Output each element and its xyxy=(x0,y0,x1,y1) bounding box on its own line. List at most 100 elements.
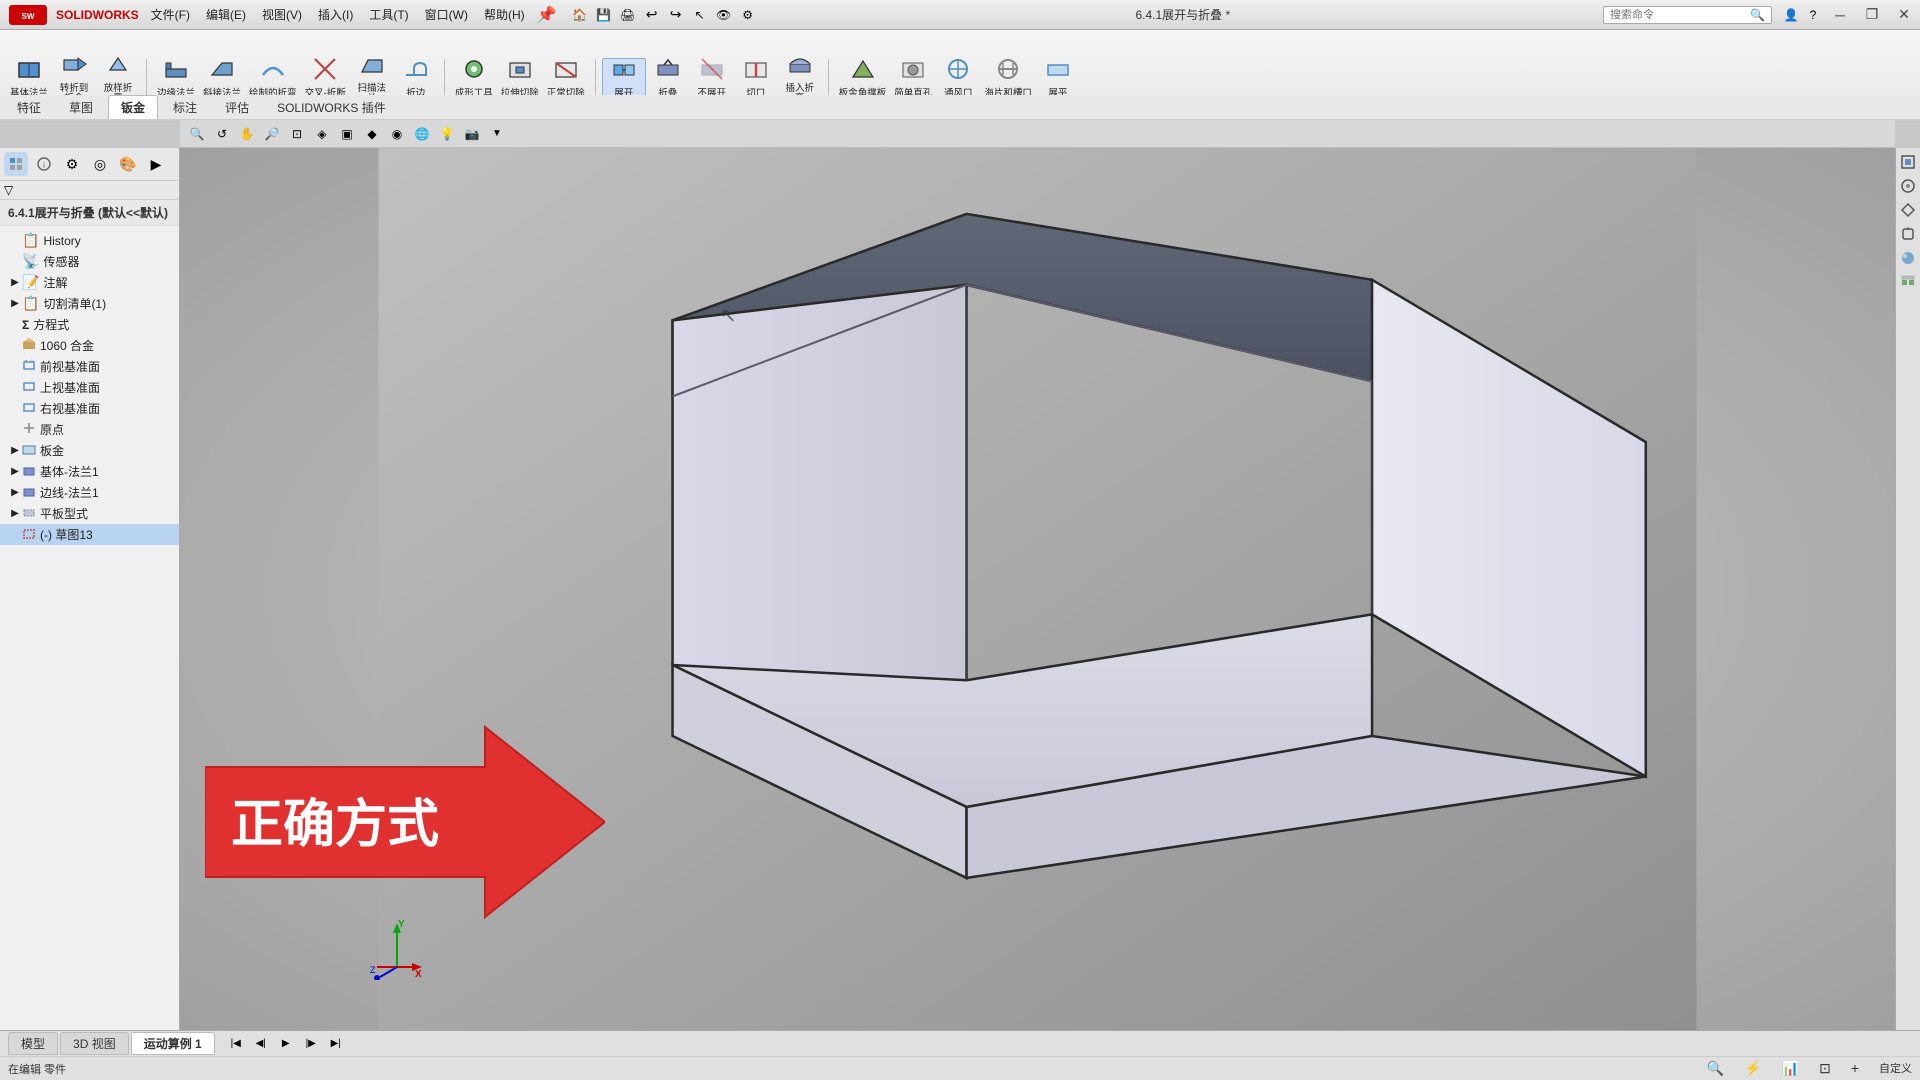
gusset-btn[interactable]: 板金角撑板 xyxy=(835,58,891,96)
tab-evaluate[interactable]: 评估 xyxy=(212,95,262,119)
config-icon[interactable]: ⚙ xyxy=(60,152,84,176)
status-icon-5[interactable]: + xyxy=(1851,1060,1859,1077)
help-btn[interactable]: ? xyxy=(1802,4,1824,26)
tree-item-flatpattern[interactable]: ▶ 平板型式 xyxy=(0,503,179,524)
expand-icon[interactable]: ▶ xyxy=(144,152,168,176)
tree-item-annotations[interactable]: ▶ 📝 注解 xyxy=(0,272,179,293)
tab-feature[interactable]: 特征 xyxy=(4,95,54,119)
sweep-flange-btn[interactable]: 扫描法兰 xyxy=(350,58,394,96)
undo-btn[interactable]: ↩ xyxy=(641,4,663,26)
tree-item-front-plane[interactable]: 前视基准面 xyxy=(0,356,179,377)
right-icon-4[interactable] xyxy=(1898,224,1918,244)
menu-view[interactable]: 视图(V) xyxy=(254,0,310,29)
right-icon-1[interactable] xyxy=(1898,152,1918,172)
menu-tools[interactable]: 工具(T) xyxy=(361,0,416,29)
search-icon[interactable]: 🔍 xyxy=(1750,8,1765,22)
tree-item-material[interactable]: 1060 合金 xyxy=(0,335,179,356)
play-btn[interactable]: ▶ xyxy=(275,1033,297,1055)
menu-edit[interactable]: 编辑(E) xyxy=(198,0,254,29)
view-camera-btn[interactable]: 📷 xyxy=(461,123,483,145)
simple-hole-btn[interactable]: 简单直孔 xyxy=(890,58,936,96)
normal-cut-btn[interactable]: 正常切除 xyxy=(543,58,589,96)
louver-btn[interactable]: 海片和槽口 xyxy=(980,58,1036,96)
unfold-btn[interactable]: 展开 xyxy=(602,58,646,96)
vent-btn[interactable]: 通风口 xyxy=(936,58,980,96)
minimize-btn[interactable]: ─ xyxy=(1824,0,1856,30)
extrude-cut-btn[interactable]: 拉伸切除 xyxy=(497,58,543,96)
print-btn[interactable]: 🖨 xyxy=(617,4,639,26)
redo-btn[interactable]: ↪ xyxy=(665,4,687,26)
base-flange-btn[interactable]: 基体法兰 xyxy=(6,58,52,96)
tree-filter[interactable]: ▽ xyxy=(0,181,179,200)
view-zoom-fit-btn[interactable]: ⊡ xyxy=(286,123,308,145)
play-fwd-btn[interactable]: ▶| xyxy=(325,1033,347,1055)
tab-motion1[interactable]: 运动算例 1 xyxy=(131,1032,215,1055)
status-icon-1[interactable]: 🔍 xyxy=(1707,1060,1724,1077)
status-icon-3[interactable]: 📊 xyxy=(1782,1060,1799,1077)
3d-canvas[interactable]: 正确方式 Y X Z ↖ xyxy=(180,148,1895,1030)
options-btn[interactable]: ⚙ xyxy=(737,4,759,26)
tab-sheetmetal[interactable]: 钣金 xyxy=(108,95,158,119)
step-back-btn[interactable]: ◀| xyxy=(250,1033,272,1055)
close-btn[interactable]: ✕ xyxy=(1888,0,1920,30)
select-btn[interactable]: ↖ xyxy=(689,4,711,26)
panel-splitter[interactable] xyxy=(175,148,179,1030)
tree-item-top-plane[interactable]: 上视基准面 xyxy=(0,377,179,398)
view-realview-btn[interactable]: 💡 xyxy=(436,123,458,145)
fold-btn[interactable]: 折叠 xyxy=(646,58,690,96)
view-rotate-btn[interactable]: ↺ xyxy=(211,123,233,145)
hem-btn[interactable]: 折边 xyxy=(394,58,438,96)
view-display-btn[interactable]: ▣ xyxy=(336,123,358,145)
tree-item-sheetmetal[interactable]: ▶ 板金 xyxy=(0,440,179,461)
tree-item-base-flange1[interactable]: ▶ 基体-法兰1 xyxy=(0,461,179,482)
tree-item-equations[interactable]: Σ 方程式 xyxy=(0,314,179,335)
insert-bend-btn[interactable]: 插入折弯 xyxy=(778,58,822,96)
search-bar[interactable]: 🔍 xyxy=(1603,6,1772,24)
cross-break-btn[interactable]: 交叉-折断 xyxy=(301,58,350,96)
user-btn[interactable]: 👤 xyxy=(1780,4,1802,26)
tab-plugins[interactable]: SOLIDWORKS 插件 xyxy=(264,95,399,119)
flatten-btn[interactable]: 展平 xyxy=(1036,58,1080,96)
view-section-btn[interactable]: ◈ xyxy=(311,123,333,145)
tab-sketch[interactable]: 草图 xyxy=(56,95,106,119)
tree-item-history[interactable]: 📋 History xyxy=(0,230,179,251)
tab-annotation[interactable]: 标注 xyxy=(160,95,210,119)
save-btn[interactable]: 💾 xyxy=(593,4,615,26)
tree-item-sensors[interactable]: 📡 传感器 xyxy=(0,251,179,272)
convert-sheetmetal-btn[interactable]: 转折到板金 xyxy=(52,58,96,96)
sketch-bend-btn[interactable]: 绘制的折弯 xyxy=(245,58,301,96)
tab-model[interactable]: 模型 xyxy=(8,1032,58,1055)
right-icon-2[interactable] xyxy=(1898,176,1918,196)
search-input[interactable] xyxy=(1610,9,1750,21)
restore-btn[interactable]: ❐ xyxy=(1856,0,1888,30)
tree-item-sketch13[interactable]: (-) 草图13 xyxy=(0,524,179,545)
step-fwd-btn[interactable]: |▶ xyxy=(300,1033,322,1055)
menu-window[interactable]: 窗口(W) xyxy=(417,0,476,29)
status-icon-4[interactable]: ⊡ xyxy=(1819,1060,1831,1077)
tree-item-cutlist[interactable]: ▶ 📋 切割清单(1) xyxy=(0,293,179,314)
slit-btn[interactable]: 切口 xyxy=(734,58,778,96)
tree-item-origin[interactable]: 原点 xyxy=(0,419,179,440)
play-back-btn[interactable]: |◀ xyxy=(225,1033,247,1055)
no-unfold-btn[interactable]: 不展开 xyxy=(690,58,734,96)
view-hide-btn[interactable]: ◆ xyxy=(361,123,383,145)
tree-icon[interactable] xyxy=(4,152,28,176)
forming-tool-btn[interactable]: 成形工具 xyxy=(451,58,497,96)
appear-icon[interactable]: 🎨 xyxy=(116,152,140,176)
home-btn[interactable]: 🏠 xyxy=(569,4,591,26)
tab-3dview[interactable]: 3D 视图 xyxy=(60,1032,129,1055)
view-more-btn[interactable]: ▼ xyxy=(486,123,508,145)
right-icon-5[interactable] xyxy=(1898,248,1918,268)
loft-bend-btn[interactable]: 放样折弯 xyxy=(96,58,140,96)
properties-icon[interactable]: i xyxy=(32,152,56,176)
status-icon-2[interactable]: ⚡ xyxy=(1744,1060,1761,1077)
main-viewport[interactable]: 正确方式 Y X Z ↖ xyxy=(180,148,1895,1030)
view-orient-btn[interactable]: 👁 xyxy=(713,4,735,26)
right-icon-6[interactable] xyxy=(1898,272,1918,292)
view-appear-btn[interactable]: ◉ xyxy=(386,123,408,145)
view-zoom-btn[interactable]: 🔎 xyxy=(261,123,283,145)
right-icon-3[interactable] xyxy=(1898,200,1918,220)
view-pan-btn[interactable]: ✋ xyxy=(236,123,258,145)
tree-item-right-plane[interactable]: 右视基准面 xyxy=(0,398,179,419)
pin-icon[interactable]: 📌 xyxy=(537,5,557,25)
